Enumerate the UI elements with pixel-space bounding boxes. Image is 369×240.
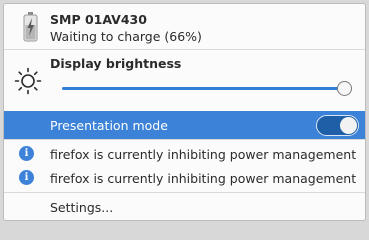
brightness-slider[interactable] [62,81,352,97]
slider-track[interactable] [62,87,352,90]
battery-row[interactable]: SMP 01AV430 Waiting to charge (66%) [4,4,365,49]
toggle-knob [340,117,357,134]
brightness-title: Display brightness [50,56,182,71]
slider-handle[interactable] [337,81,352,96]
presentation-mode-toggle[interactable] [316,115,359,136]
inhibitor-item[interactable]: i firefox is currently inhibiting power … [4,166,365,190]
separator [4,192,365,193]
inhibitor-text: firefox is currently inhibiting power ma… [50,147,357,162]
presentation-mode-row[interactable]: Presentation mode [4,111,365,139]
info-icon: i [19,170,34,185]
power-popup: SMP 01AV430 Waiting to charge (66%) Disp… [3,3,366,221]
inhibitor-text: firefox is currently inhibiting power ma… [50,171,357,186]
battery-name: SMP 01AV430 [50,12,147,27]
sun-icon [14,67,42,95]
info-icon: i [19,146,34,161]
battery-status: Waiting to charge (66%) [50,29,202,44]
settings-label: Settings... [50,200,114,215]
separator [4,139,365,140]
brightness-row: Display brightness [4,50,365,110]
inhibitor-item[interactable]: i firefox is currently inhibiting power … [4,142,365,166]
settings-item[interactable]: Settings... [4,196,365,220]
battery-charging-icon [23,12,38,42]
presentation-mode-label: Presentation mode [50,118,168,133]
